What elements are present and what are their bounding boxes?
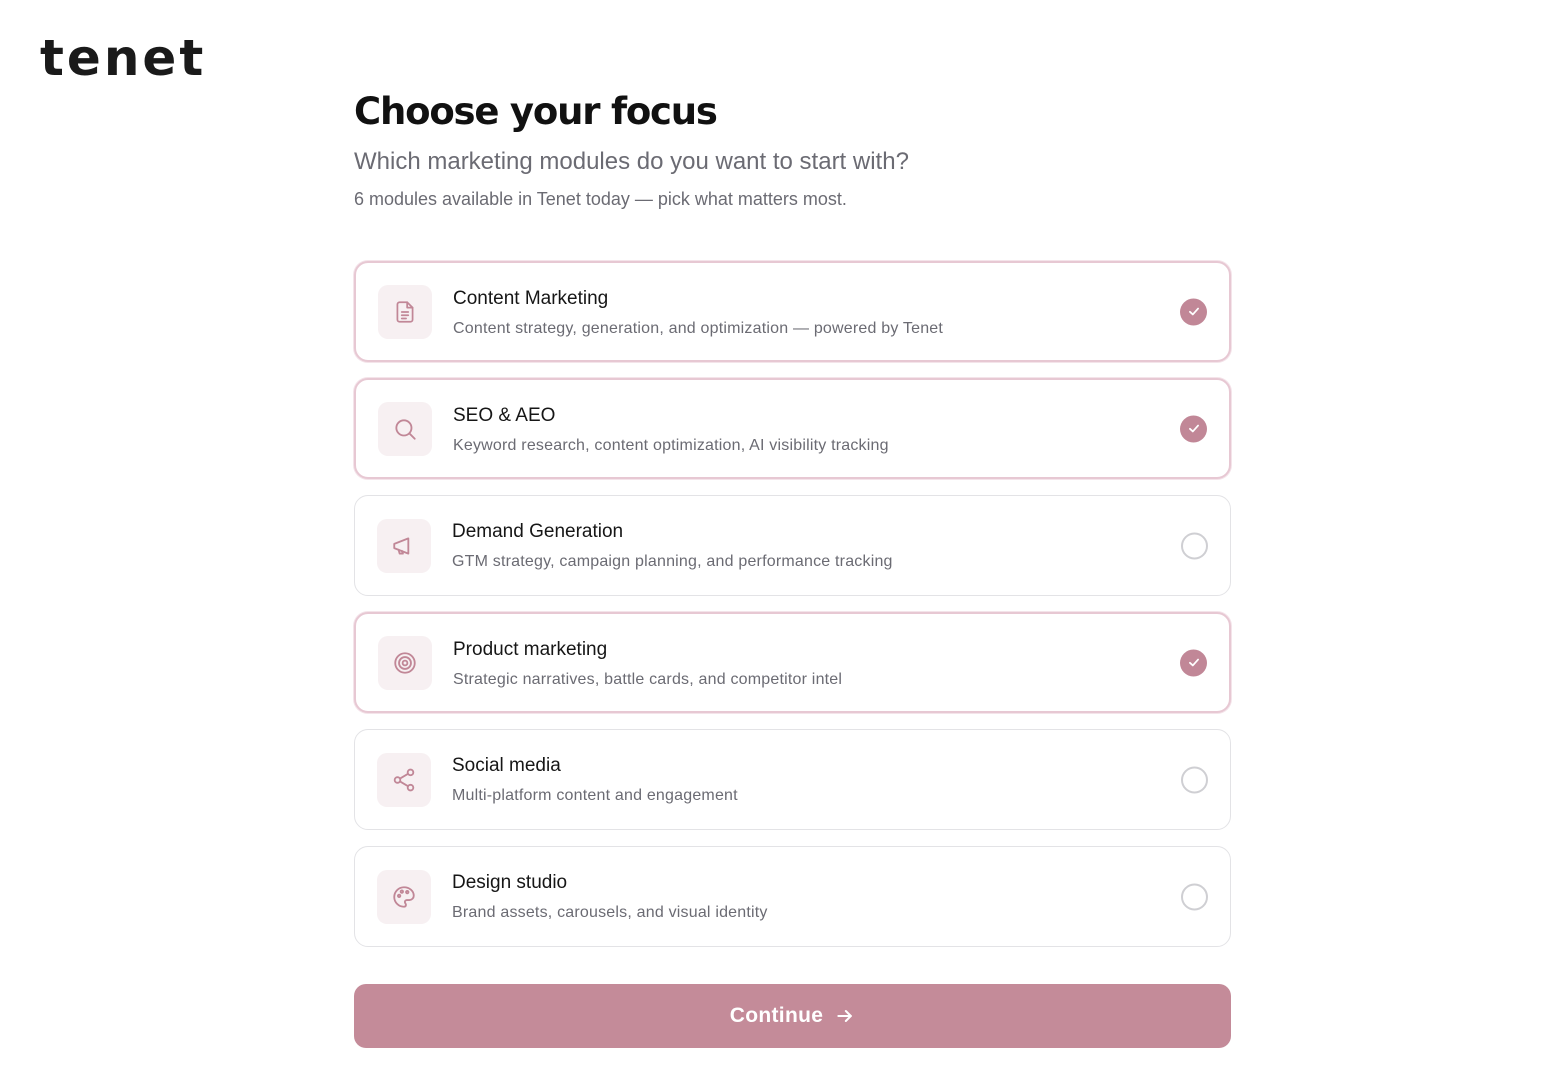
module-card-social-media[interactable]: Social media Multi-platform content and … [354, 729, 1231, 830]
arrow-right-icon [835, 1006, 855, 1026]
module-checkbox[interactable] [1181, 766, 1208, 793]
module-description: Brand assets, carousels, and visual iden… [452, 904, 768, 921]
module-title: Content Marketing [453, 288, 609, 309]
module-description: GTM strategy, campaign planning, and per… [452, 553, 893, 570]
module-title: Social media [452, 755, 561, 776]
page-subtitle: Which marketing modules do you want to s… [354, 148, 909, 175]
module-title: Demand Generation [452, 521, 624, 542]
module-title: SEO & AEO [453, 405, 556, 426]
module-list: Content Marketing Content strategy, gene… [354, 261, 1231, 947]
checkmark-icon[interactable] [1180, 649, 1207, 676]
module-card-content-marketing[interactable]: Content Marketing Content strategy, gene… [354, 261, 1231, 362]
module-description: Content strategy, generation, and optimi… [453, 320, 944, 337]
focus-selection: Choose your focus Which marketing module… [354, 88, 1231, 963]
module-description: Strategic narratives, battle cards, and … [453, 671, 843, 688]
tenet-logo: tenet [40, 29, 207, 87]
module-title: Design studio [452, 872, 568, 893]
page-title: Choose your focus [354, 90, 718, 133]
checkmark-icon[interactable] [1180, 298, 1207, 325]
module-description: Multi-platform content and engagement [452, 787, 738, 804]
continue-label: Continue [729, 1004, 824, 1027]
module-card-design-studio[interactable]: Design studio Brand assets, carousels, a… [354, 846, 1231, 947]
document-icon [378, 284, 432, 339]
module-card-demand-generation[interactable]: Demand Generation GTM strategy, campaign… [354, 495, 1231, 596]
module-checkbox[interactable] [1181, 532, 1208, 559]
modules-note: 6 modules available in Tenet today — pic… [354, 189, 847, 209]
module-card-product-marketing[interactable]: Product marketing Strategic narratives, … [354, 612, 1231, 713]
search-icon [378, 401, 432, 456]
continue-button[interactable]: Continue [354, 984, 1231, 1048]
module-card-seo-aeo[interactable]: SEO & AEO Keyword research, content opti… [354, 378, 1231, 479]
target-icon [378, 635, 432, 690]
megaphone-icon [377, 518, 431, 573]
module-title: Product marketing [453, 639, 608, 660]
palette-icon [377, 869, 431, 924]
checkmark-icon[interactable] [1180, 415, 1207, 442]
module-description: Keyword research, content optimization, … [453, 437, 889, 454]
module-checkbox[interactable] [1181, 883, 1208, 910]
share-icon [377, 752, 431, 807]
